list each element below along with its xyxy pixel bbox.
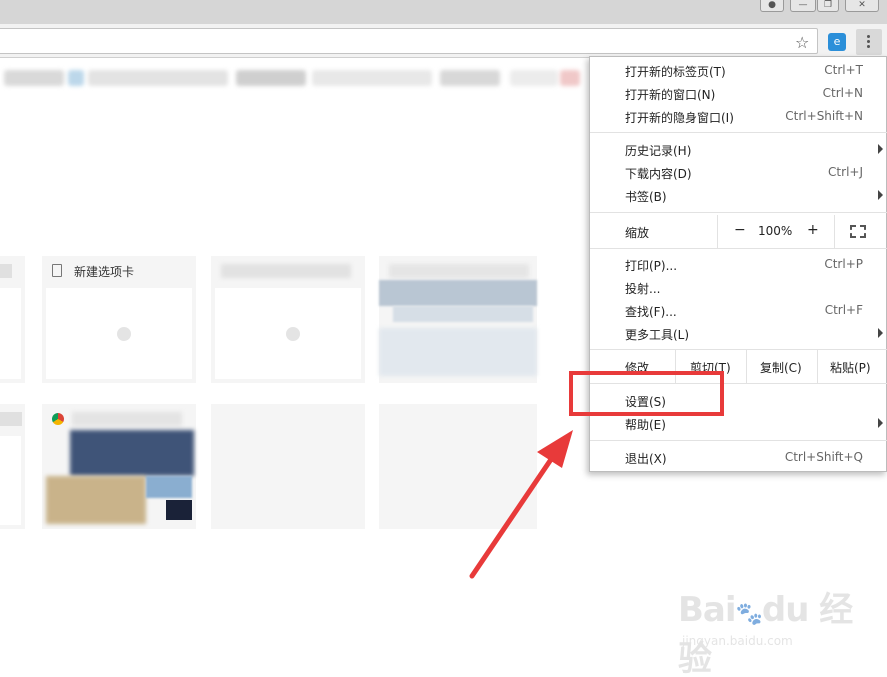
- menu-item-label: 更多工具(L): [625, 328, 690, 342]
- menu-item-label: 书签(B): [625, 190, 667, 204]
- menu-zoom-row: 缩放 − 100% +: [590, 215, 887, 248]
- zoom-out-button[interactable]: −: [734, 222, 746, 238]
- most-visited-tile[interactable]: [379, 256, 537, 383]
- watermark-logo: Bai🐾du 经验: [678, 590, 853, 677]
- menu-separator: [590, 248, 887, 249]
- menu-item-incognito[interactable]: 打开新的隐身窗口(I) Ctrl+Shift+N: [590, 105, 887, 128]
- most-visited-tile[interactable]: [211, 256, 365, 383]
- submenu-arrow-icon: [878, 144, 883, 154]
- most-visited-tile-empty: [379, 404, 537, 529]
- menu-item-label: 帮助(E): [625, 418, 666, 432]
- zoom-level-value: 100%: [758, 224, 793, 238]
- watermark-url: jingyan.baidu.com: [682, 634, 793, 648]
- menu-item-shortcut: Ctrl+T: [824, 63, 863, 77]
- most-visited-tile-newtab[interactable]: 新建选项卡: [42, 256, 196, 383]
- menu-item-label: 打开新的窗口(N): [625, 88, 716, 102]
- menu-item-label: 打开新的隐身窗口(I): [625, 111, 734, 125]
- menu-item-find[interactable]: 查找(F)... Ctrl+F: [590, 299, 887, 322]
- menu-item-label: 查找(F)...: [625, 305, 677, 319]
- tile-header: 新建选项卡: [42, 256, 196, 284]
- bookmarks-bar: [0, 64, 590, 94]
- most-visited-tile[interactable]: [0, 404, 25, 529]
- menu-item-history[interactable]: 历史记录(H): [590, 138, 887, 161]
- menu-item-print[interactable]: 打印(P)... Ctrl+P: [590, 253, 887, 276]
- menu-item-label: 退出(X): [625, 452, 667, 466]
- submenu-arrow-icon: [878, 190, 883, 200]
- menu-item-shortcut: Ctrl+Shift+N: [785, 109, 863, 123]
- menu-item-label: 投射...: [625, 282, 661, 296]
- baidu-jingyan-watermark: Bai🐾du 经验 jingyan.baidu.com: [678, 582, 858, 677]
- menu-item-cast[interactable]: 投射...: [590, 276, 887, 299]
- minimize-button[interactable]: —: [790, 0, 816, 12]
- title-bar: ● — ❐ ✕: [0, 0, 887, 24]
- tile-thumbnail: [215, 288, 361, 379]
- vertical-dots-icon[interactable]: [856, 29, 882, 55]
- menu-item-shortcut: Ctrl+F: [824, 303, 863, 317]
- menu-item-label: 历史记录(H): [625, 144, 692, 158]
- paste-button[interactable]: 粘贴(P): [830, 359, 871, 376]
- menu-item-label: 打开新的标签页(T): [625, 65, 726, 79]
- menu-item-shortcut: Ctrl+J: [828, 165, 863, 179]
- menu-item-shortcut: Ctrl+P: [824, 257, 863, 271]
- menu-separator: [590, 132, 887, 133]
- menu-item-new-window[interactable]: 打开新的窗口(N) Ctrl+N: [590, 82, 887, 105]
- menu-item-label: 下载内容(D): [625, 167, 692, 181]
- menu-separator: [590, 212, 887, 213]
- restore-button[interactable]: ❐: [817, 0, 839, 12]
- star-outline-icon[interactable]: ☆: [795, 35, 809, 51]
- menu-item-shortcut: Ctrl+N: [822, 86, 863, 100]
- annotation-highlight-box: [569, 371, 724, 416]
- most-visited-tile-empty: [211, 404, 365, 529]
- fullscreen-icon[interactable]: [850, 225, 866, 238]
- zoom-label: 缩放: [625, 226, 650, 240]
- menu-item-new-tab[interactable]: 打开新的标签页(T) Ctrl+T: [590, 59, 887, 82]
- submenu-arrow-icon: [878, 328, 883, 338]
- submenu-arrow-icon: [878, 418, 883, 428]
- zoom-in-button[interactable]: +: [807, 222, 819, 238]
- browser-window: ● — ❐ ✕ ☆ e 新建选项卡 打开新的标签页(T) Ctrl+T 打开新的…: [0, 0, 887, 677]
- menu-item-downloads[interactable]: 下载内容(D) Ctrl+J: [590, 161, 887, 184]
- menu-item-bookmarks[interactable]: 书签(B): [590, 184, 887, 207]
- menu-item-more-tools[interactable]: 更多工具(L): [590, 322, 887, 345]
- tile-thumbnail: [46, 288, 192, 379]
- browser-toolbar: ☆: [0, 24, 887, 58]
- document-icon: [52, 264, 62, 277]
- chrome-icon: [52, 413, 64, 425]
- tile-title: 新建选项卡: [74, 265, 135, 279]
- address-bar[interactable]: ☆: [0, 28, 818, 54]
- most-visited-tile[interactable]: [42, 404, 196, 529]
- menu-item-exit[interactable]: 退出(X) Ctrl+Shift+Q: [590, 446, 887, 469]
- copy-button[interactable]: 复制(C): [760, 359, 802, 376]
- extension-icon[interactable]: e: [828, 33, 846, 51]
- menu-item-label: 打印(P)...: [625, 259, 678, 273]
- profile-button[interactable]: ●: [760, 0, 784, 12]
- close-button[interactable]: ✕: [845, 0, 879, 12]
- menu-item-shortcut: Ctrl+Shift+Q: [784, 450, 863, 464]
- most-visited-tile[interactable]: [0, 256, 25, 383]
- menu-separator: [590, 440, 887, 441]
